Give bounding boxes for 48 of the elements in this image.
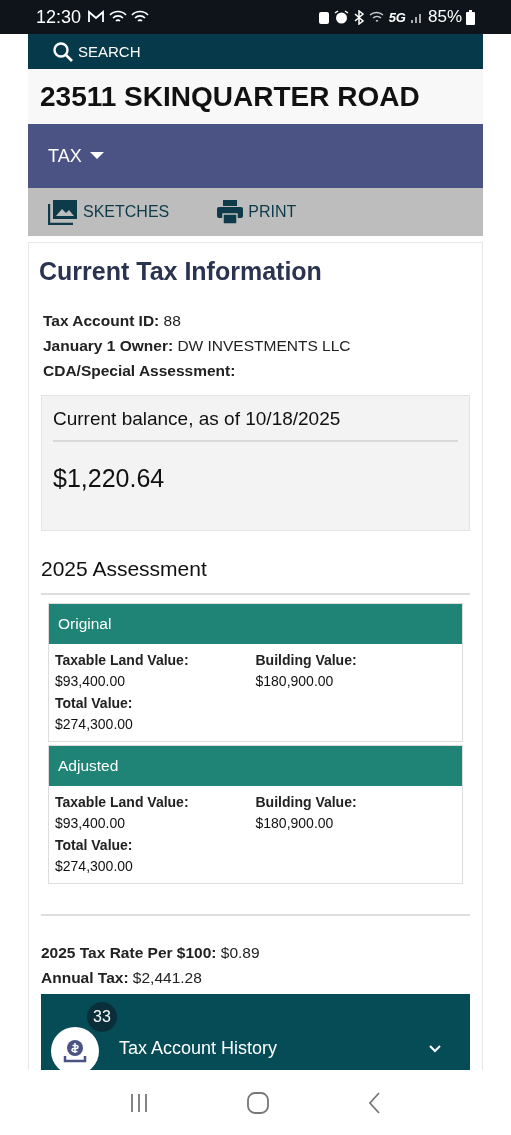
field-value: $180,900.00 bbox=[255, 672, 335, 691]
clock: 12:30 bbox=[36, 6, 82, 28]
count-badge: 33 bbox=[87, 1002, 117, 1032]
info-line: Tax Account ID: 88 bbox=[43, 311, 182, 331]
field-label: Taxable Land Value: bbox=[55, 793, 190, 812]
panel-header: Original bbox=[49, 604, 462, 644]
images-icon bbox=[48, 199, 78, 225]
field-value: $93,400.00 bbox=[55, 672, 127, 691]
mail-icon bbox=[87, 10, 106, 24]
field-value: $274,300.00 bbox=[55, 715, 134, 734]
info-line: CDA/Special Assessment: bbox=[43, 361, 237, 381]
wifi-icon bbox=[368, 10, 385, 24]
panel-header: Adjusted bbox=[49, 746, 462, 786]
field-label: Taxable Land Value: bbox=[55, 651, 190, 670]
summary-line: 2025 Tax Rate Per $100: $0.89 bbox=[41, 943, 261, 963]
battery-level: 85% bbox=[427, 7, 462, 27]
balance-amount: $1,220.64 bbox=[53, 464, 166, 493]
field-label: Total Value: bbox=[55, 694, 134, 713]
bluetooth-icon bbox=[352, 9, 365, 25]
toolbar-button[interactable]: SKETCHES bbox=[48, 199, 170, 225]
chevron-down-icon bbox=[428, 1044, 442, 1054]
field-label: Building Value: bbox=[255, 651, 358, 670]
search-icon bbox=[52, 40, 74, 63]
balance-label: Current balance, as of 10/18/2025 bbox=[53, 396, 458, 442]
printer-icon bbox=[217, 200, 244, 224]
network-label: 5G bbox=[388, 9, 406, 25]
battery-icon bbox=[466, 9, 475, 25]
summary-line: Annual Tax: $2,441.28 bbox=[41, 968, 203, 988]
section-dropdown[interactable]: TAX bbox=[48, 145, 104, 167]
property-title: 23511 SKINQUARTER ROAD bbox=[40, 80, 420, 113]
history-header[interactable]: 33 Tax Account History bbox=[41, 994, 470, 1070]
field-label: Building Value: bbox=[255, 793, 358, 812]
field-value: $180,900.00 bbox=[255, 814, 335, 833]
alarm-icon bbox=[333, 9, 349, 25]
wifi-icon bbox=[109, 10, 128, 24]
search-button[interactable]: SEARCH bbox=[52, 40, 141, 63]
history-title: Tax Account History bbox=[119, 1038, 279, 1059]
toolbar-button[interactable]: PRINT bbox=[217, 200, 297, 224]
field-value: $93,400.00 bbox=[55, 814, 127, 833]
info-line: January 1 Owner: DW INVESTMENTS LLC bbox=[43, 336, 352, 356]
assessment-title: 2025 Assessment bbox=[41, 557, 470, 595]
back-icon[interactable] bbox=[366, 1090, 383, 1115]
section-heading: Current Tax Information bbox=[39, 257, 323, 286]
caret-icon bbox=[89, 152, 104, 160]
field-value: $274,300.00 bbox=[55, 857, 134, 876]
field-label: Total Value: bbox=[55, 836, 134, 855]
wifi-icon bbox=[131, 10, 150, 24]
home-icon[interactable] bbox=[246, 1090, 271, 1115]
